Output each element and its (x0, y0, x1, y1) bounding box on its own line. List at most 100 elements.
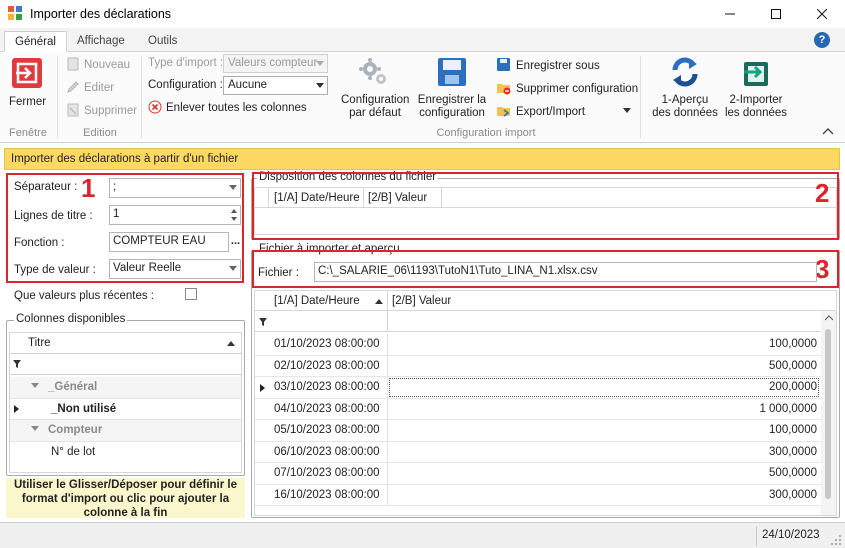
save-as-button[interactable]: Enregistrer sous (496, 57, 600, 72)
date-cell[interactable]: 03/10/2023 08:00:00 (274, 381, 380, 393)
date-cell[interactable]: 16/10/2023 08:00:00 (274, 489, 380, 501)
divider (387, 311, 388, 332)
divider (387, 420, 388, 441)
file-path-value: C:\_SALARIE_06\1193\TutoN1\Tuto_LINA_N1.… (318, 265, 598, 277)
value-type-value: Valeur Reelle (113, 262, 182, 274)
tab-affichage[interactable]: Affichage (67, 31, 135, 52)
divider (387, 398, 388, 420)
tab-outils[interactable]: Outils (138, 31, 187, 52)
vertical-scrollbar[interactable] (821, 311, 836, 515)
preview-col-header[interactable]: [1/A] Date/Heure (274, 295, 360, 307)
preview-header: [1/A] Date/Heure [2/B] Valeur (255, 291, 836, 311)
value-cell[interactable]: 100,0000 (769, 424, 817, 436)
delete-button[interactable]: Supprimer (66, 103, 137, 117)
drag-drop-hint: Utiliser le Glisser/Déposer pour définir… (6, 478, 245, 519)
table-row[interactable]: 01/10/2023 08:00:00 100,0000 (255, 334, 821, 356)
import-data-button[interactable]: 2-Importer les données (724, 54, 788, 122)
value-cell[interactable]: 500,0000 (769, 360, 817, 372)
save-config-button[interactable]: Enregistrer la configuration (416, 54, 488, 122)
scroll-thumb[interactable] (825, 329, 831, 499)
table-row[interactable]: 06/10/2023 08:00:00 300,0000 (255, 441, 821, 463)
delete-label: Supprimer (84, 105, 138, 117)
chevron-down-icon (316, 61, 324, 66)
scroll-up-icon[interactable] (825, 315, 833, 321)
value-cell[interactable]: 500,0000 (769, 467, 817, 479)
value-cell[interactable]: 300,0000 (769, 489, 817, 501)
close-button[interactable]: Fermer (6, 54, 50, 112)
remove-columns-button[interactable]: Enlever toutes les colonnes (148, 100, 307, 114)
function-browse-button[interactable]: ... (229, 232, 242, 252)
separator-select[interactable]: ; (109, 178, 241, 198)
file-path-input[interactable]: C:\_SALARIE_06\1193\TutoN1\Tuto_LINA_N1.… (314, 262, 817, 282)
value-cell[interactable]: 300,0000 (769, 446, 817, 458)
table-row[interactable]: 03/10/2023 08:00:00 200,0000 (255, 377, 821, 399)
divider (387, 441, 388, 463)
divider (387, 484, 388, 506)
table-row[interactable]: 05/10/2023 08:00:00 100,0000 (255, 420, 821, 442)
maximize-button[interactable] (753, 0, 799, 28)
title-lines-spinner[interactable]: 1 (109, 205, 241, 225)
pencil-icon (67, 81, 79, 93)
import-type-value: Valeurs compteur (228, 57, 318, 69)
list-item[interactable]: N° de lot (10, 442, 241, 463)
date-cell[interactable]: 05/10/2023 08:00:00 (274, 424, 380, 436)
resize-grip-icon[interactable] (830, 534, 842, 546)
minimize-button[interactable] (707, 0, 753, 28)
sort-up-icon (227, 341, 235, 346)
function-value: COMPTEUR EAU (113, 235, 206, 247)
import-type-select[interactable]: Valeurs compteur (223, 54, 328, 73)
close-window-button[interactable] (799, 0, 845, 28)
spinner-arrows-icon[interactable] (230, 207, 238, 223)
list-item[interactable]: _Non utilisé (10, 399, 241, 420)
value-cell[interactable]: 1 000,0000 (759, 403, 817, 415)
delete-config-button[interactable]: Supprimer configuration (496, 80, 638, 95)
divider (387, 463, 388, 484)
group-row-compteur[interactable]: Compteur (10, 420, 241, 442)
value-type-select[interactable]: Valeur Reelle (109, 259, 241, 279)
recent-values-checkbox[interactable] (185, 288, 197, 300)
default-config-line1: Configuration (341, 94, 410, 106)
configuration-select[interactable]: Aucune (223, 76, 328, 95)
date-cell[interactable]: 06/10/2023 08:00:00 (274, 446, 380, 458)
date-cell[interactable]: 07/10/2023 08:00:00 (274, 467, 380, 479)
table-row[interactable]: 07/10/2023 08:00:00 500,0000 (255, 463, 821, 485)
group-config-label: Configuration import (436, 127, 536, 139)
divider (387, 334, 388, 355)
tab-general[interactable]: Général (4, 31, 67, 52)
group-row-general[interactable]: _Général (10, 377, 241, 399)
chevron-down-icon (316, 83, 324, 88)
preview-line2: des données (652, 107, 718, 119)
preview-data-button[interactable]: 1-Aperçu des données (648, 54, 722, 122)
filter-row[interactable] (255, 311, 821, 332)
delete-config-label: Supprimer configuration (516, 83, 639, 95)
filter-row[interactable] (10, 354, 241, 375)
help-icon[interactable]: ? (814, 32, 830, 48)
date-cell[interactable]: 04/10/2023 08:00:00 (274, 403, 380, 415)
collapse-icon (31, 426, 39, 431)
separator-value: ; (113, 181, 117, 193)
table-row[interactable]: 02/10/2023 08:00:00 500,0000 (255, 355, 821, 377)
recent-values-label: Que valeurs plus récentes : (14, 290, 154, 302)
group-fenetre-label: Fenêtre (9, 127, 47, 139)
divider (756, 526, 757, 546)
default-config-button[interactable]: Configuration par défaut (338, 54, 412, 122)
exit-icon (12, 58, 42, 88)
edit-button[interactable]: Editer (66, 80, 114, 94)
export-import-button[interactable]: Export/Import (496, 103, 631, 118)
default-config-line2: par défaut (349, 107, 401, 119)
collapse-ribbon-button[interactable] (822, 124, 836, 136)
value-cell[interactable]: 100,0000 (769, 338, 817, 350)
table-row[interactable]: 04/10/2023 08:00:00 1 000,0000 (255, 398, 821, 420)
status-date: 24/10/2023 (762, 529, 820, 541)
table-row[interactable]: 16/10/2023 08:00:00 300,0000 (255, 484, 821, 506)
sort-up-icon (375, 299, 383, 304)
preview-col-header[interactable]: [2/B] Valeur (392, 295, 451, 307)
grid-header-title[interactable]: Titre (28, 337, 51, 349)
row-indicator-icon (14, 405, 19, 413)
focused-cell-outline (389, 378, 819, 397)
date-cell[interactable]: 01/10/2023 08:00:00 (274, 338, 380, 350)
filter-icon (259, 318, 267, 326)
function-field[interactable]: COMPTEUR EAU (109, 232, 229, 252)
new-button[interactable]: Nouveau (66, 57, 130, 71)
date-cell[interactable]: 02/10/2023 08:00:00 (274, 360, 380, 372)
